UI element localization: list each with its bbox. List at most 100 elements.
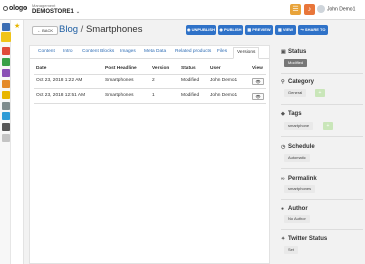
row-date: Oct 23, 2018 1:22 AM	[36, 78, 83, 83]
breadcrumb-current: Smartphones	[85, 24, 143, 35]
author-section-title: ● Author	[281, 206, 308, 212]
tag-icon: ◆	[281, 111, 285, 117]
section-divider	[281, 136, 363, 137]
table-divider	[34, 88, 266, 89]
publish-button[interactable]: ◉ PUBLISH	[218, 25, 243, 35]
marketing-icon[interactable]	[2, 91, 10, 99]
column-header-version: Version	[152, 66, 170, 71]
author-chip[interactable]: No Author	[284, 215, 310, 223]
tab-content-blocks[interactable]: Content Blocks	[82, 49, 114, 54]
user-name: John Demo1	[327, 6, 356, 13]
schedule-chip[interactable]: Automatic	[284, 154, 310, 162]
table-divider	[34, 103, 266, 104]
row-headline: Smartphones	[105, 78, 134, 83]
column-header-view: View	[252, 66, 263, 71]
tags-title-text: Tags	[288, 111, 302, 117]
user-icon: ●	[281, 206, 285, 212]
back-button[interactable]: ← BACK	[32, 26, 59, 35]
tab-versions[interactable]: Versions	[233, 47, 260, 59]
row-version: 1	[152, 93, 155, 98]
logo-icon	[3, 5, 8, 11]
store-name-text: DEMOSTORE1	[32, 9, 74, 15]
reports-icon[interactable]	[2, 80, 10, 88]
section-label: Management	[32, 3, 56, 8]
star-icon[interactable]: ★	[14, 22, 20, 30]
store-name: DEMOSTORE1 ⌄	[32, 9, 80, 15]
tab-files[interactable]: Files	[217, 49, 227, 54]
user-menu[interactable]: John Demo1	[317, 5, 355, 13]
column-header-post-headline: Post Headline	[105, 66, 137, 71]
category-section-title: ⚲ Category	[281, 79, 314, 85]
twitter-title-text: Twitter Status	[288, 236, 328, 242]
section-divider	[281, 73, 363, 74]
row-status: Modified	[181, 78, 200, 83]
sidebar-rail	[0, 20, 11, 264]
section-divider	[281, 168, 363, 169]
table-divider	[34, 74, 266, 75]
column-header-date: Date	[36, 66, 47, 71]
save-icon: ▣	[281, 49, 286, 55]
row-status: Modified	[181, 93, 200, 98]
view-version-button[interactable]: 👁	[252, 78, 264, 85]
status-badge: Modified	[284, 59, 308, 67]
bell-icon[interactable]: ♪	[304, 4, 315, 15]
status-section-title: ▣ Status	[281, 49, 306, 55]
customers-icon[interactable]	[2, 69, 10, 77]
settings-icon[interactable]	[2, 134, 10, 142]
tab-images[interactable]: Images	[120, 49, 136, 54]
row-user: John Demo1	[210, 93, 238, 98]
app-root: ologo › Management DEMOSTORE1 ⌄ ☰ ♪ John …	[0, 0, 365, 264]
page-title: Blog / Smartphones	[59, 24, 142, 35]
chevron-down-icon: ⌄	[75, 9, 81, 15]
tab-bar: Content Intro Content Blocks Images Meta…	[30, 46, 269, 59]
section-divider	[281, 104, 363, 105]
row-version: 2	[152, 78, 155, 83]
top-bar: ologo › Management DEMOSTORE1 ⌄ ☰ ♪ John …	[0, 0, 365, 20]
twitter-section-title: ✦ Twitter Status	[281, 236, 327, 242]
products-icon[interactable]	[2, 58, 10, 66]
orders-icon[interactable]	[2, 47, 10, 55]
permalink-title-text: Permalink	[288, 176, 317, 182]
dashboard-icon[interactable]	[2, 23, 10, 31]
eye-icon: 👁	[255, 94, 261, 99]
design-icon[interactable]	[2, 112, 10, 120]
clock-icon: ◷	[281, 144, 286, 150]
tags-section-title: ◆ Tags	[281, 111, 302, 117]
store-selector[interactable]: Management DEMOSTORE1 ⌄	[32, 3, 80, 15]
notifications-icon[interactable]: ☰	[290, 4, 301, 15]
section-divider	[281, 229, 363, 230]
twitter-status-chip[interactable]: Set	[284, 246, 299, 254]
add-tag-button[interactable]: +	[323, 122, 333, 130]
shipping-icon[interactable]	[2, 123, 10, 131]
category-icon: ⚲	[281, 79, 285, 85]
tag-chip[interactable]: smartphone	[284, 122, 314, 130]
chevron-right-icon: ›	[24, 5, 27, 12]
edit-icon[interactable]	[1, 32, 11, 42]
category-title-text: Category	[288, 79, 315, 85]
schedule-section-title: ◷ Schedule	[281, 144, 315, 150]
preview-button[interactable]: ▦ PREVIEW	[245, 25, 273, 35]
row-headline: Smartphones	[105, 93, 134, 98]
tab-intro[interactable]: Intro	[63, 49, 73, 54]
column-header-user: User	[210, 66, 221, 71]
add-category-button[interactable]: +	[315, 89, 325, 97]
avatar	[317, 5, 325, 13]
view-version-button[interactable]: 👁	[252, 93, 264, 100]
tab-content[interactable]: Content	[38, 49, 55, 54]
author-title-text: Author	[288, 206, 308, 212]
column-header-status: Status	[181, 66, 196, 71]
permalink-chip[interactable]: smartphones	[284, 185, 316, 193]
sidebar: ★	[0, 20, 24, 264]
row-date: Oct 23, 2018 12:51 AM	[36, 93, 86, 98]
content-card: Content Intro Content Blocks Images Meta…	[29, 45, 270, 264]
share-to-button[interactable]: ↪ SHARE TO	[298, 25, 328, 35]
unpublish-button[interactable]: ◉ UNPUBLISH	[186, 25, 216, 35]
view-button[interactable]: ▦ VIEW	[275, 25, 296, 35]
schedule-title-text: Schedule	[288, 144, 315, 150]
permalink-section-title: ∞ Permalink	[281, 176, 317, 182]
tab-meta-data[interactable]: Meta Data	[144, 49, 166, 54]
breadcrumb-parent[interactable]: Blog	[59, 24, 78, 35]
category-chip[interactable]: General	[284, 89, 307, 97]
tab-related-products[interactable]: Related products	[175, 49, 211, 54]
apps-icon[interactable]	[2, 102, 10, 110]
